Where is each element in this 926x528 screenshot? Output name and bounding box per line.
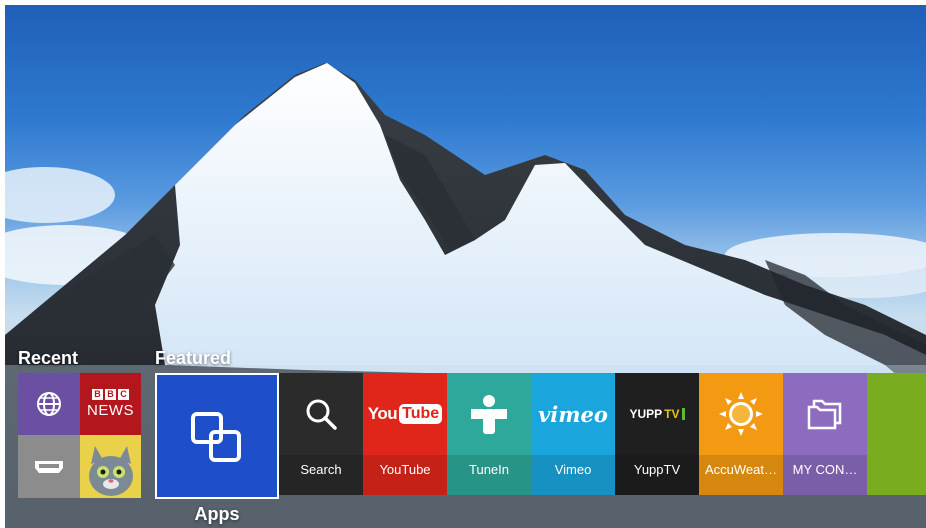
tile-my-content-label: MY CON… — [783, 455, 867, 495]
apps-tile[interactable] — [155, 373, 279, 499]
hdmi-icon — [35, 460, 63, 473]
vimeo-logo: vimeo — [538, 401, 608, 427]
tv-home-screen: Recent Featured B B C NEWS Apps Search Y… — [5, 5, 926, 528]
tile-accuweather-label: AccuWeat… — [699, 455, 783, 495]
recent-item-talking-tom[interactable] — [80, 435, 141, 498]
tile-partial-next[interactable] — [867, 373, 926, 495]
tile-search-label: Search — [279, 455, 363, 495]
tile-accuweather[interactable]: AccuWeat… — [699, 373, 783, 495]
tile-my-content[interactable]: MY CON… — [783, 373, 867, 495]
youtube-logo-text-tube: Tube — [399, 404, 443, 424]
folders-icon — [807, 399, 842, 430]
tile-vimeo-label: Vimeo — [531, 455, 615, 495]
tile-youtube[interactable]: You Tube YouTube — [363, 373, 447, 495]
recent-item-bbc-news[interactable]: B B C NEWS — [80, 373, 141, 435]
tile-tunein[interactable]: TuneIn — [447, 373, 531, 495]
youtube-logo: You Tube — [367, 404, 443, 424]
globe-icon — [37, 392, 61, 416]
yupptv-logo-text-yupp: YUPP — [629, 407, 663, 421]
recent-item-hdmi[interactable] — [18, 435, 80, 498]
tile-vimeo[interactable]: vimeo Vimeo — [531, 373, 615, 495]
apps-label: Apps — [194, 504, 240, 524]
cat-avatar-icon — [80, 435, 141, 498]
tunein-logo — [471, 395, 507, 434]
yupptv-logo-text-tv: TV — [664, 407, 680, 421]
yupptv-logo: YUPP TV — [629, 407, 685, 421]
youtube-logo-text-you: You — [367, 404, 398, 423]
recent-item-web-browser[interactable] — [18, 373, 80, 435]
featured-section-label: Featured — [155, 348, 232, 368]
apps-icon — [191, 412, 241, 462]
sun-icon — [719, 392, 763, 436]
tile-tunein-label: TuneIn — [447, 455, 531, 495]
tile-yupptv-label: YuppTV — [615, 455, 699, 495]
search-icon — [306, 399, 337, 430]
bbc-news-logo-text: NEWS — [87, 402, 134, 419]
tile-yupptv[interactable]: YUPP TV YuppTV — [615, 373, 699, 495]
recent-apps-grid: B B C NEWS — [18, 373, 141, 498]
tile-youtube-label: YouTube — [363, 455, 447, 495]
recent-section-label: Recent — [18, 348, 79, 368]
bbc-news-logo: B B C NEWS — [87, 389, 134, 419]
tile-search[interactable]: Search — [279, 373, 363, 495]
